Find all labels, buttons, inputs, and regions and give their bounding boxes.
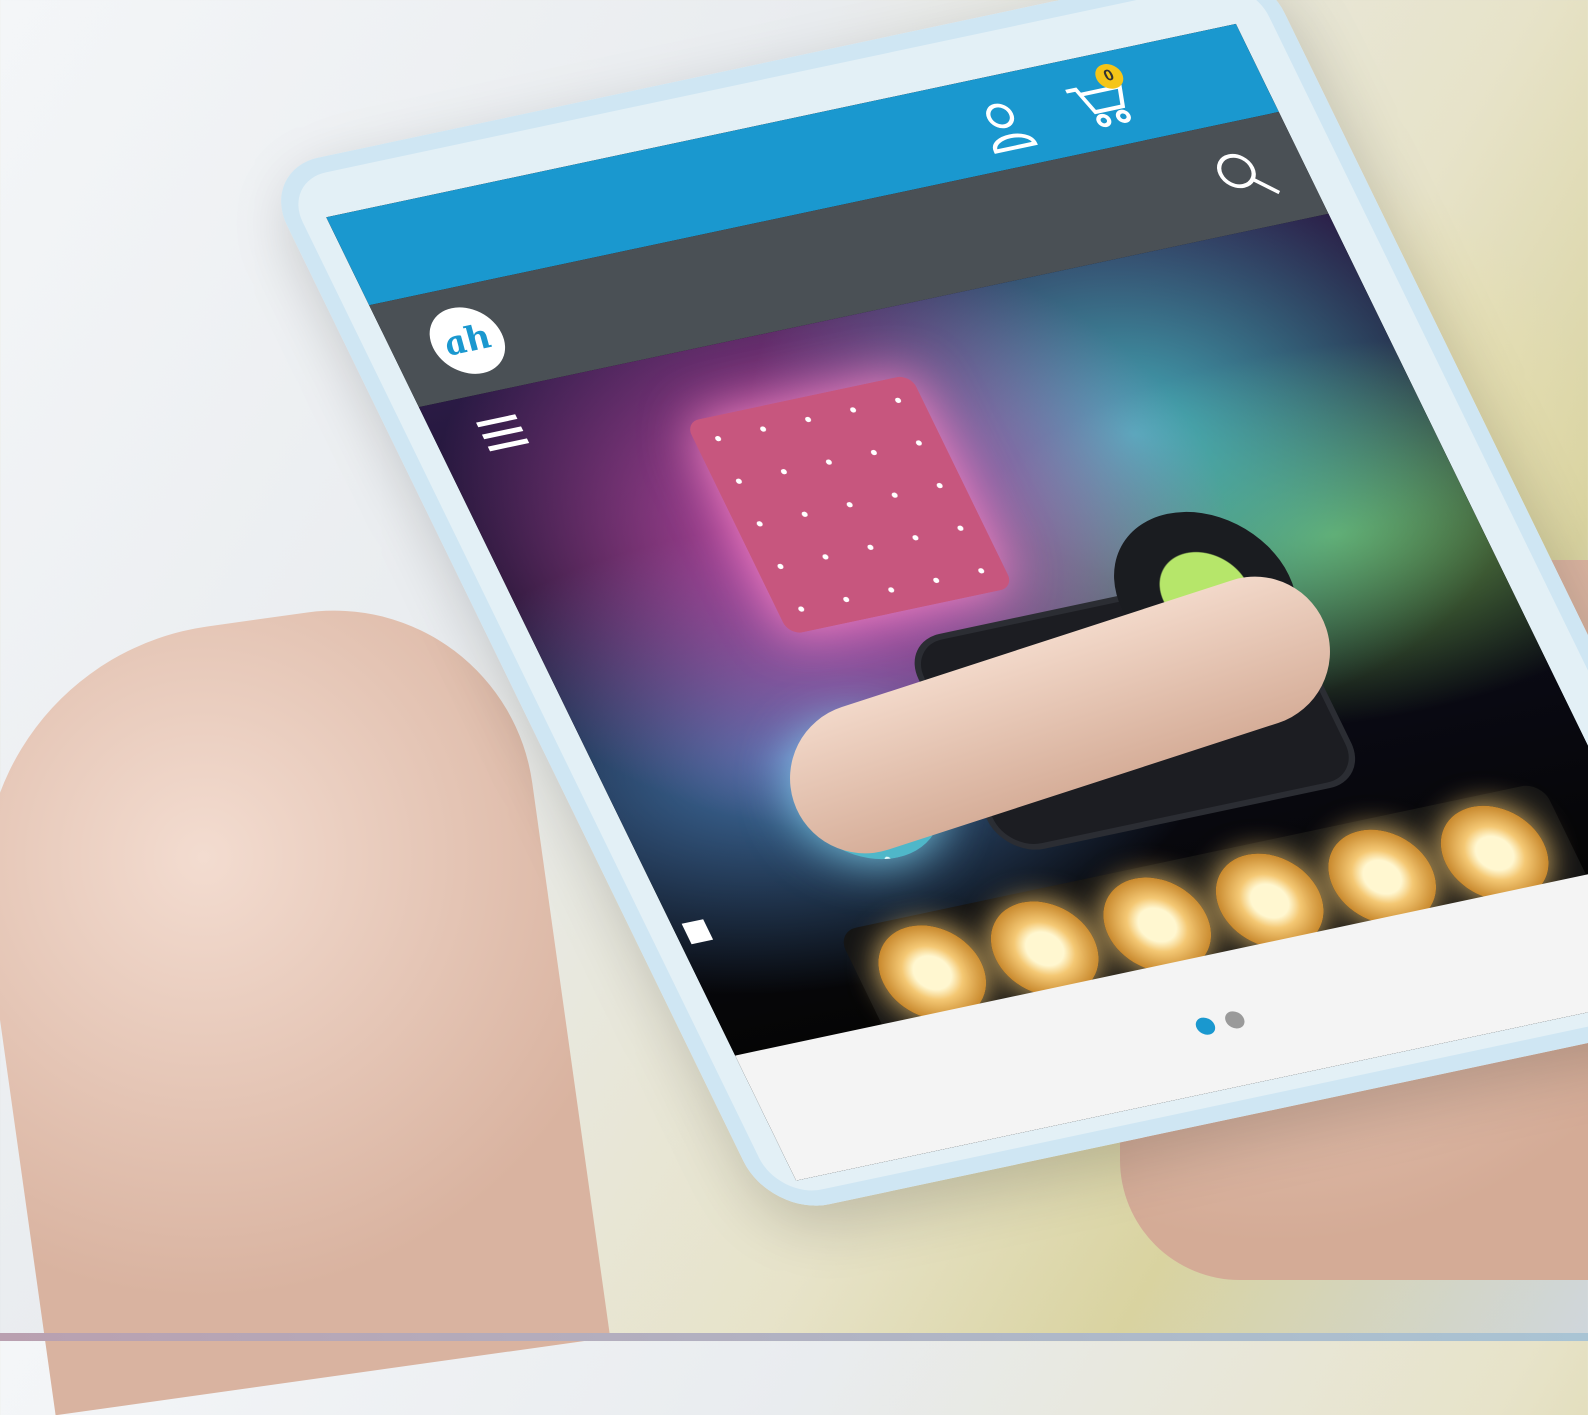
bottom-strip [0,1333,1588,1341]
carousel-dot[interactable] [1221,1009,1248,1031]
carousel-dot-active[interactable] [1192,1015,1219,1037]
left-hand [0,584,611,1415]
slider-prev-arrow[interactable] [681,919,714,945]
logo[interactable]: ah [417,300,518,381]
led-wash-light [685,374,1015,636]
logo-text: ah [435,317,500,365]
cart-button[interactable]: 0 [1059,61,1145,137]
user-icon[interactable] [962,92,1048,160]
